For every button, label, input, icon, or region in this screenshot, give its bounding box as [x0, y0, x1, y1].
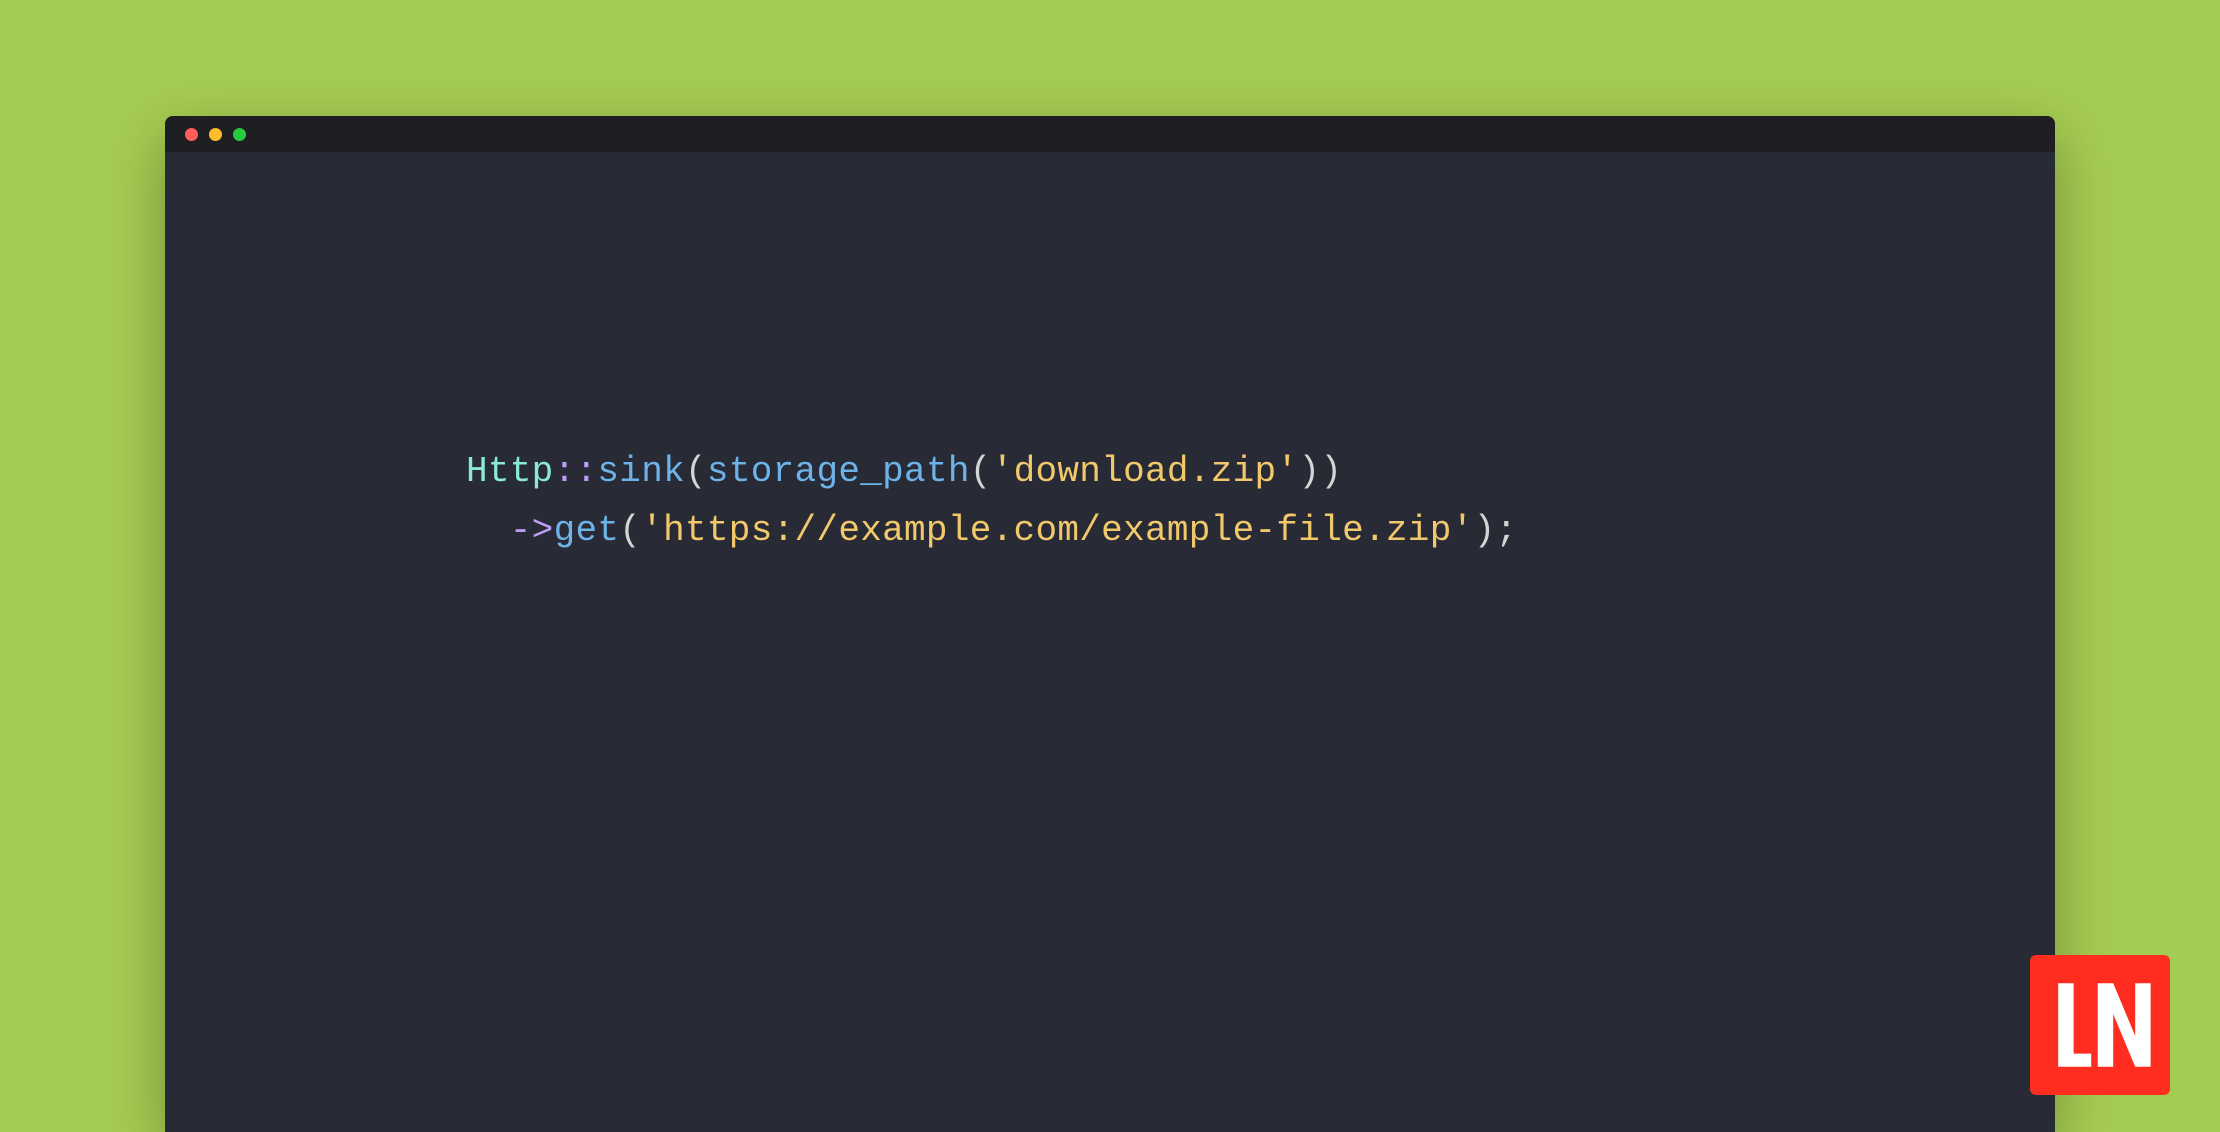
code-line-1: Http::sink(storage_path('download.zip')) — [225, 442, 1995, 501]
token-class: Http — [466, 451, 554, 492]
code-window: Http::sink(storage_path('download.zip'))… — [165, 116, 2055, 1132]
token-function: storage_path — [707, 451, 970, 492]
token-paren: ) — [1474, 510, 1496, 551]
token-paren: )) — [1298, 451, 1342, 492]
token-string: 'https://example.com/example-file.zip' — [641, 510, 1473, 551]
indent — [225, 501, 510, 560]
token-function: sink — [597, 451, 685, 492]
close-icon[interactable] — [185, 128, 198, 141]
laravel-news-logo — [2030, 955, 2170, 1095]
logo-icon — [2045, 970, 2155, 1080]
token-arrow: -> — [510, 510, 554, 551]
minimize-icon[interactable] — [209, 128, 222, 141]
token-scope: :: — [554, 451, 598, 492]
code-line-2: ->get('https://example.com/example-file.… — [225, 501, 1995, 560]
token-paren: ( — [685, 451, 707, 492]
code-editor: Http::sink(storage_path('download.zip'))… — [165, 152, 2055, 1132]
indent — [225, 442, 466, 501]
token-paren: ( — [619, 510, 641, 551]
token-paren: ( — [970, 451, 992, 492]
window-titlebar — [165, 116, 2055, 152]
token-string: 'download.zip' — [992, 451, 1299, 492]
maximize-icon[interactable] — [233, 128, 246, 141]
token-function: get — [554, 510, 620, 551]
token-semicolon: ; — [1495, 510, 1517, 551]
